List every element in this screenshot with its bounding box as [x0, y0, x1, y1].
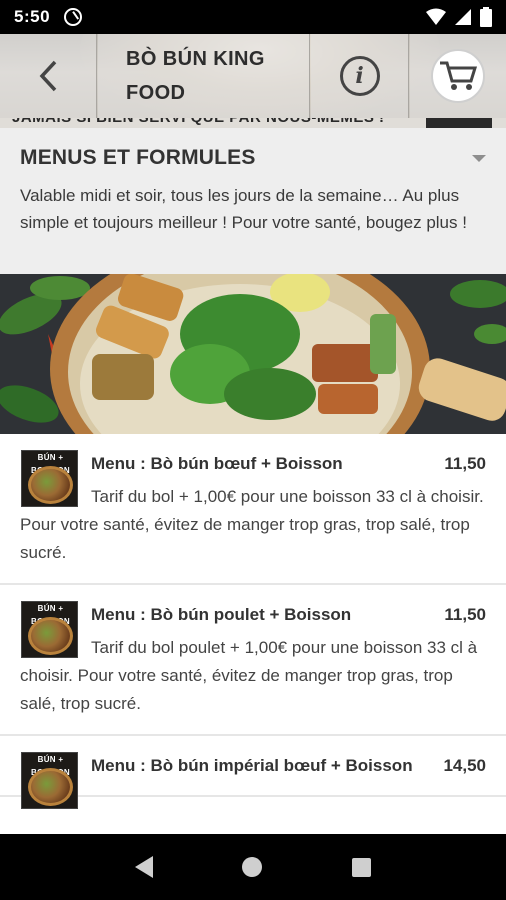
header-title-container: BÒ BÚN KING FOOD: [98, 34, 310, 118]
menu-item-name: Menu : Bò bún impérial bœuf + Boisson: [91, 756, 413, 775]
menu-item-thumbnail: BÚN + BOISSON: [21, 752, 78, 809]
menu-item-price: 11,50: [444, 605, 486, 624]
notification-app-icon: [64, 8, 83, 26]
thumbnail-label: BÚN + BOISSON: [31, 755, 70, 777]
caret-down-icon[interactable]: [472, 154, 486, 162]
menu-item-price: 11,50: [444, 454, 486, 473]
chevron-left-icon: [39, 60, 57, 92]
info-icon: i: [339, 56, 380, 96]
thumbnail-label: BÚN + BOISSON: [31, 453, 70, 475]
circle-home-icon[interactable]: [242, 857, 263, 877]
status-icons: [426, 7, 492, 27]
bowl-image: [28, 768, 73, 806]
square-recent-icon[interactable]: [352, 857, 372, 877]
menu-item[interactable]: BÚN + BOISSON Menu : Bò bún poulet + Boi…: [0, 585, 506, 736]
menu-item-price: 14,50: [443, 756, 486, 775]
thumbnail-label: BÚN + BOISSON: [31, 604, 70, 626]
cart-button[interactable]: [410, 34, 506, 118]
bowl-image: [28, 466, 73, 504]
cellular-signal-icon: [455, 9, 471, 25]
bowl-image: [28, 617, 73, 655]
system-navigation-bar: [0, 834, 506, 900]
triangle-back-icon[interactable]: [134, 856, 153, 878]
menu-item-name: Menu : Bò bún bœuf + Boisson: [91, 454, 343, 473]
menu-item[interactable]: BÚN + BOISSON Menu : Bò bún impérial bœu…: [0, 736, 506, 809]
status-bar: 5:50: [0, 0, 506, 34]
shopping-cart-icon: [431, 49, 485, 103]
promo-banner: JAMAIS SI BIEN SERVI QUE PAR NOUS-MÊMES …: [0, 118, 506, 128]
menu-item-description: Tarif du bol poulet + 1,00€ pour une boi…: [20, 638, 478, 713]
info-button[interactable]: i: [311, 34, 409, 118]
menu-item-description: Tarif du bol + 1,00€ pour une boisson 33…: [20, 487, 484, 562]
back-button[interactable]: [0, 34, 97, 118]
app-header: BÒ BÚN KING FOOD i: [0, 34, 506, 118]
banner-text: JAMAIS SI BIEN SERVI QUE PAR NOUS-MÊMES …: [12, 118, 385, 126]
section-title: MENUS ET FORMULES: [20, 146, 256, 169]
menu-item-thumbnail: BÚN + BOISSON: [21, 601, 78, 658]
menu-section-header[interactable]: MENUS ET FORMULES Valable midi et soir, …: [0, 128, 506, 274]
wifi-icon: [426, 8, 446, 25]
app-title: BÒ BÚN KING FOOD: [126, 48, 265, 104]
section-hero-image: [0, 274, 506, 434]
battery-icon: [480, 7, 492, 27]
status-time: 5:50: [14, 7, 51, 26]
menu-item-thumbnail: BÚN + BOISSON: [21, 450, 78, 507]
section-description: Valable midi et soir, tous les jours de …: [20, 186, 467, 232]
banner-badge: [426, 118, 492, 128]
menu-item-name: Menu : Bò bún poulet + Boisson: [91, 605, 352, 624]
menu-item[interactable]: BÚN + BOISSON Menu : Bò bún bœuf + Boiss…: [0, 434, 506, 585]
menu-items-list: BÚN + BOISSON Menu : Bò bún bœuf + Boiss…: [0, 434, 506, 809]
